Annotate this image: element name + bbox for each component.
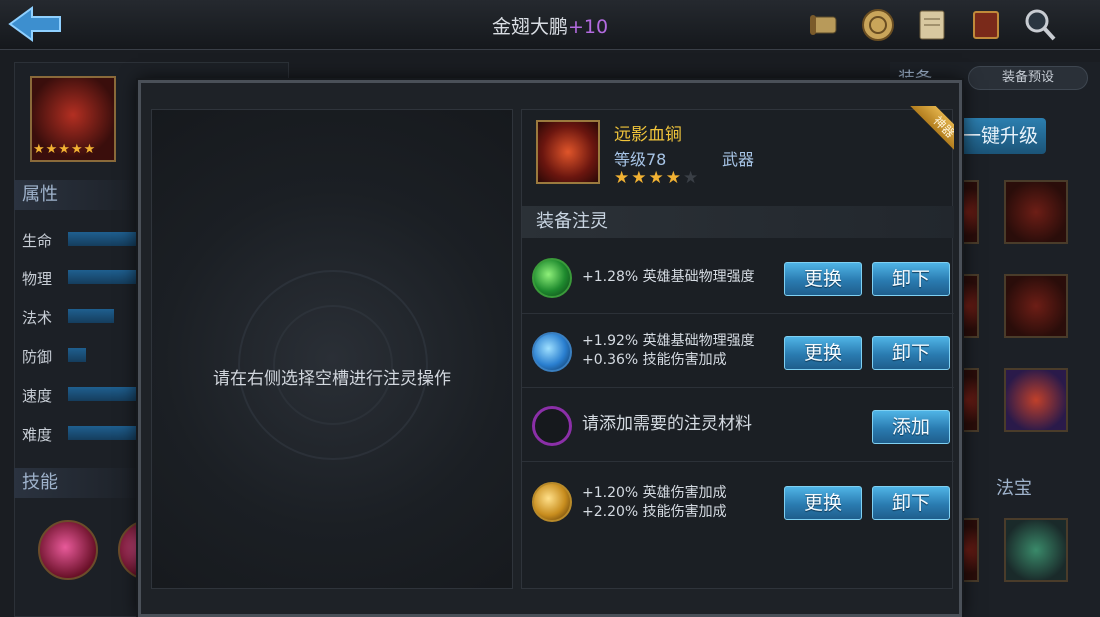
attributes-heading: 属性: [14, 180, 144, 210]
slot-2-effect-1: +1.92% 英雄基础物理强度: [582, 333, 755, 349]
coin-icon[interactable]: [858, 6, 898, 44]
infusion-slot-4: +1.20% 英雄伤害加成 +2.20% 技能伤害加成 更换 卸下: [522, 466, 954, 538]
top-icon-bar: [804, 6, 1060, 44]
item-stars: ★★★★★: [614, 168, 700, 188]
equipment-slot-6[interactable]: [1004, 368, 1068, 432]
remove-button-slot-4[interactable]: 卸下: [872, 486, 950, 520]
treasure-heading: 法宝: [996, 478, 1032, 499]
scroll-icon[interactable]: [804, 6, 844, 44]
blue-gem-icon: [532, 332, 572, 372]
slot-4-effect-1: +1.20% 英雄伤害加成: [582, 485, 727, 501]
gold-gem-icon: [532, 482, 572, 522]
remove-button-slot-2[interactable]: 卸下: [872, 336, 950, 370]
magnifier-icon[interactable]: [1020, 6, 1060, 44]
stat-label-difficulty: 难度: [22, 426, 53, 444]
infusion-dialog: 请在右侧选择空槽进行注灵操作 远影血锏 等级78 武器 ★★★★★ 神器 装备注…: [138, 80, 962, 617]
top-bar: 金翅大鹏+10: [0, 0, 1100, 50]
stat-bar-magic: [68, 309, 114, 323]
slot-4-effect-2: +2.20% 技能伤害加成: [582, 504, 727, 520]
slot-3-hint: 请添加需要的注灵材料: [582, 414, 752, 434]
infusion-section-heading: 装备注灵: [522, 206, 954, 238]
stat-label-magic: 法术: [22, 309, 53, 327]
stat-bar-defense: [68, 348, 86, 362]
remove-button-slot-1[interactable]: 卸下: [872, 262, 950, 296]
hero-name: 金翅大鹏: [491, 16, 568, 38]
map-icon[interactable]: [912, 6, 952, 44]
replace-button-slot-4[interactable]: 更换: [784, 486, 862, 520]
infusion-slot-3: 请添加需要的注灵材料 添加: [522, 390, 954, 462]
replace-button-slot-1[interactable]: 更换: [784, 262, 862, 296]
stat-label-hp: 生命: [22, 232, 53, 250]
add-button-slot-3[interactable]: 添加: [872, 410, 950, 444]
weapon-item-icon[interactable]: [536, 120, 600, 184]
infusion-slots-panel: 远影血锏 等级78 武器 ★★★★★ 神器 装备注灵 +1.28% 英雄基础物理…: [521, 106, 954, 589]
hero-stars: ★★★★★: [33, 142, 97, 157]
one-click-upgrade-button[interactable]: 一键升级: [950, 118, 1046, 154]
book-icon[interactable]: [966, 6, 1006, 44]
artifact-badge: 神器: [900, 106, 954, 160]
stat-bar-speed: [68, 387, 138, 401]
item-level: 等级78: [614, 150, 667, 169]
equipment-slot-4[interactable]: [1004, 274, 1068, 338]
infusion-preview-panel: 请在右侧选择空槽进行注灵操作: [151, 109, 513, 589]
item-stars-filled: ★★★★: [614, 168, 683, 188]
slot-2-effect-2: +0.36% 技能伤害加成: [582, 352, 727, 368]
stat-label-speed: 速度: [22, 387, 53, 405]
replace-button-slot-2[interactable]: 更换: [784, 336, 862, 370]
infusion-slot-1: +1.28% 英雄基础物理强度 更换 卸下: [522, 242, 954, 314]
treasure-slot-2[interactable]: [1004, 518, 1068, 582]
skill-orb-1[interactable]: [38, 520, 98, 580]
stat-label-physical: 物理: [22, 270, 53, 288]
stat-bar-physical: [68, 270, 138, 284]
item-type: 武器: [722, 150, 755, 169]
slot-1-effect-1: +1.28% 英雄基础物理强度: [582, 269, 755, 285]
artifact-badge-label: 神器: [909, 106, 954, 160]
skills-heading: 技能: [14, 468, 144, 498]
item-name: 远影血锏: [614, 125, 682, 145]
stat-bar-difficulty: [68, 426, 138, 440]
equipment-preset-button[interactable]: 装备预设: [968, 66, 1088, 90]
hero-enhance-level: +10: [567, 16, 609, 38]
item-stars-empty: ★: [682, 168, 701, 188]
infusion-slot-2: +1.92% 英雄基础物理强度 +0.36% 技能伤害加成 更换 卸下: [522, 316, 954, 388]
equipment-slot-2[interactable]: [1004, 180, 1068, 244]
select-slot-hint: 请在右侧选择空槽进行注灵操作: [213, 369, 451, 389]
green-gem-icon: [532, 258, 572, 298]
stat-bar-hp: [68, 232, 138, 246]
stat-label-defense: 防御: [22, 348, 53, 366]
empty-slot-icon[interactable]: [532, 406, 572, 446]
